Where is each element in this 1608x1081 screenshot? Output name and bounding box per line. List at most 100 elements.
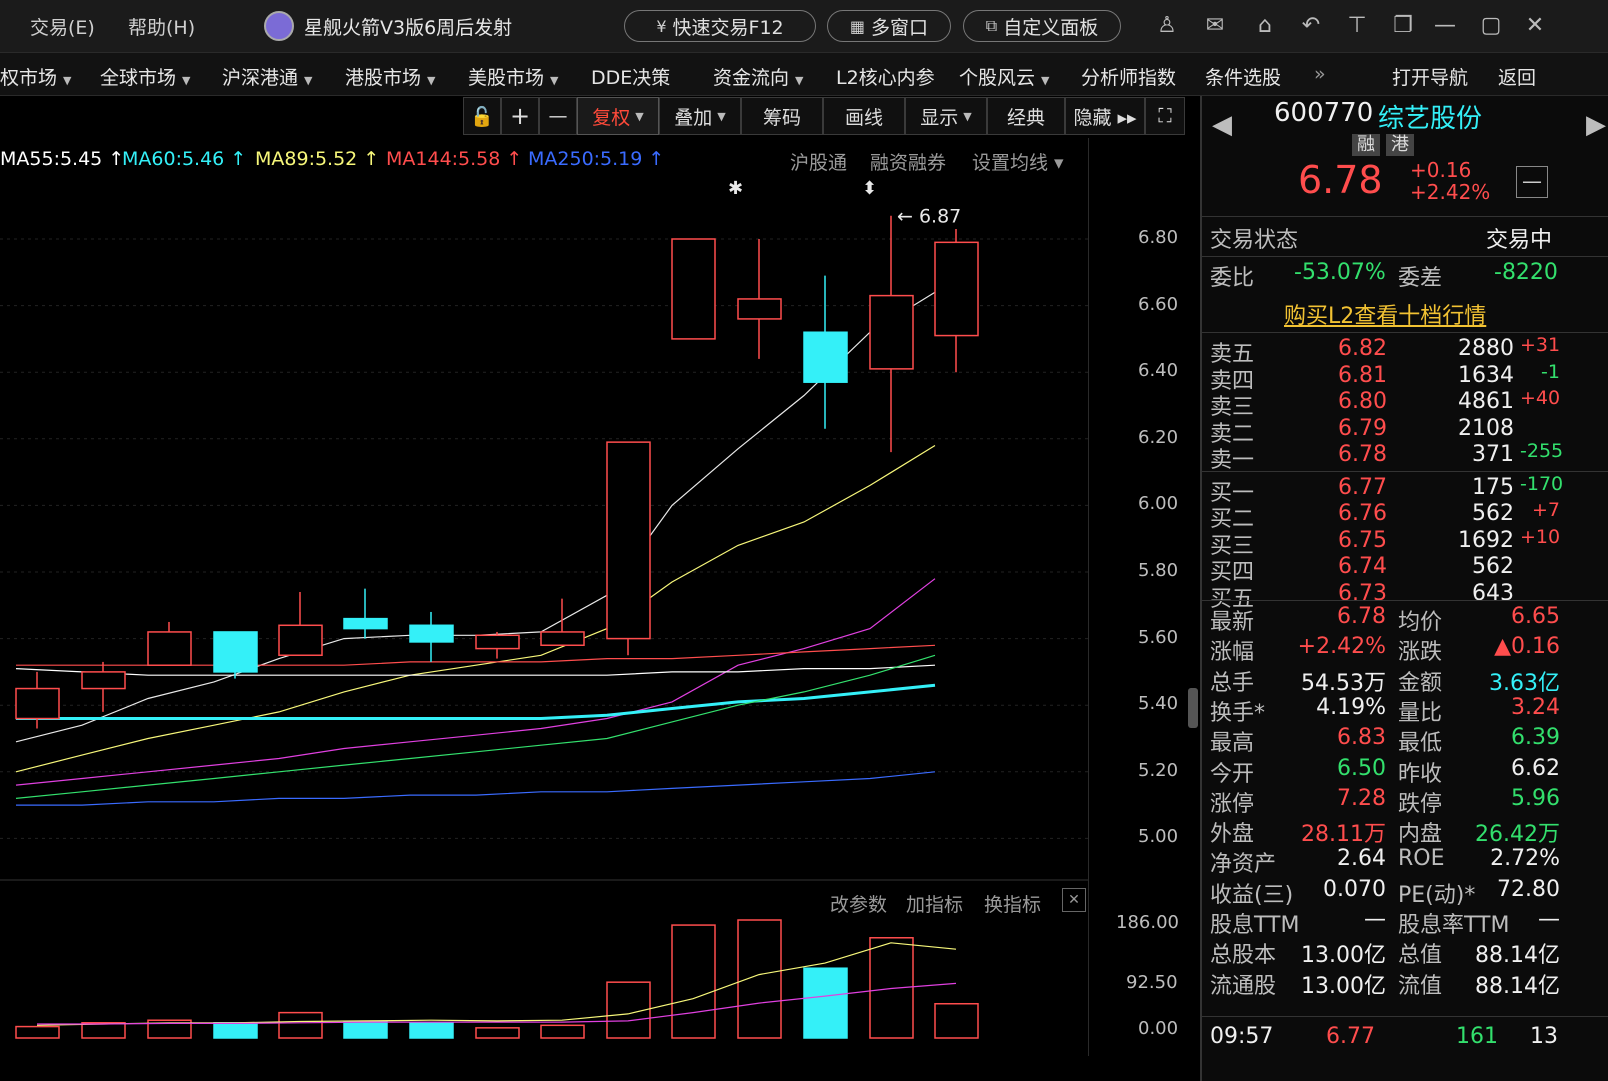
overlay-button[interactable]: 叠加 ▼ (659, 97, 741, 135)
nav-item[interactable]: L2核心内参 (836, 63, 935, 90)
divider (1202, 1016, 1608, 1017)
volume-bar (934, 1002, 979, 1039)
candle-body (803, 331, 848, 383)
ma-line-ma10 (15, 444, 936, 773)
nav-item[interactable]: 全球市场 ▼ (100, 63, 190, 90)
bid-volume: 562 (1472, 501, 1514, 526)
quote-label: 涨幅 (1210, 640, 1255, 666)
quote-value: 26.42万 (1475, 822, 1560, 848)
yen-icon: ¥ (656, 16, 667, 36)
hide-button[interactable]: 隐藏 ▸▸ (1065, 97, 1145, 135)
custom-panel-label: 自定义面板 (1003, 16, 1099, 39)
volume-axis-bottom: 0.00 (1138, 1018, 1179, 1039)
panel-collapse-handle[interactable] (1188, 688, 1198, 728)
nav-item[interactable]: DDE决策 (591, 63, 670, 90)
news-headline[interactable]: 星舰火箭V3版6周后发射 (304, 13, 512, 40)
price-axis-label: 6.80 (1138, 227, 1179, 248)
overlay-label: 叠加 (674, 106, 713, 129)
next-stock-icon[interactable]: ▶ (1586, 110, 1606, 140)
stock-price: 6.78 (1298, 158, 1383, 202)
price-axis-label: 5.40 (1138, 693, 1179, 715)
candle-body (934, 241, 979, 337)
quick-trade-button[interactable]: ¥ 快速交易F12 (624, 10, 816, 42)
classic-button[interactable]: 经典 (987, 97, 1065, 135)
ma-line-ma55 (15, 664, 936, 676)
quote-value: 0.070 (1323, 876, 1386, 902)
hk-connect-badge: 港 (1386, 134, 1414, 156)
price-axis-label: 6.20 (1138, 426, 1179, 448)
home-icon[interactable]: ⌂ (1250, 12, 1280, 40)
mail-icon[interactable]: ✉ (1200, 12, 1230, 40)
menu-trade[interactable]: 交易(E) (30, 13, 95, 40)
fullscreen-icon[interactable]: ⛶ (1145, 97, 1185, 135)
shirt-icon[interactable]: ⊤ (1342, 12, 1372, 40)
nav-item[interactable]: 分析师指数 (1081, 63, 1176, 90)
zoom-in-button[interactable]: + (501, 97, 539, 135)
maximize-icon[interactable]: ▢ (1476, 12, 1506, 40)
close-icon[interactable]: ✕ (1520, 12, 1550, 40)
bid-price: 6.77 (1338, 474, 1387, 500)
nav-item[interactable]: 资金流向 ▼ (713, 63, 803, 90)
ask-price: 6.81 (1338, 362, 1387, 388)
display-button[interactable]: 显示 ▼ (905, 97, 987, 135)
nav-item[interactable]: 权市场 ▼ (0, 63, 71, 90)
draw-line-button[interactable]: 画线 (823, 97, 905, 135)
change-params-link[interactable]: 改参数 (830, 890, 887, 917)
nav-item[interactable]: 个股风云 ▼ (959, 63, 1049, 90)
ask-price: 6.78 (1338, 442, 1387, 467)
orderbook-bottom-divider (1202, 600, 1608, 601)
ask-change: +40 (1520, 387, 1561, 409)
volume-bar (409, 1022, 454, 1039)
quote-value: 3.63亿 (1489, 670, 1560, 696)
chips-button[interactable]: 筹码 (741, 97, 823, 135)
lock-icon[interactable]: 🔓 (463, 97, 501, 135)
nav-item[interactable]: 美股市场 ▼ (468, 63, 558, 90)
news-ticker[interactable]: 星舰火箭V3版6周后发射 (264, 10, 512, 42)
multi-window-button[interactable]: ▦ 多窗口 (827, 10, 951, 42)
l2-purchase-link[interactable]: 购买L2查看十档行情 (1284, 298, 1486, 330)
close-indicator-icon[interactable]: ✕ (1062, 888, 1086, 912)
fuquan-button[interactable]: 复权 ▼ (577, 97, 659, 135)
quote-label: 净资产 (1210, 852, 1277, 878)
prev-stock-icon[interactable]: ◀ (1212, 110, 1232, 140)
status-label: 交易状态 (1210, 228, 1299, 253)
bid-volume: 175 (1472, 474, 1514, 500)
collapse-quote-icon[interactable]: — (1516, 166, 1548, 198)
back-icon[interactable]: ↶ (1296, 12, 1326, 40)
nav-open-navigation[interactable]: 打开导航 (1392, 63, 1468, 90)
nav-back[interactable]: 返回 (1498, 63, 1536, 90)
nav-item[interactable]: 沪深港通 ▼ (222, 63, 312, 90)
nav-item[interactable]: 港股市场 ▼ (345, 63, 435, 90)
volume-bar (278, 1011, 323, 1039)
fuquan-label: 复权 (592, 106, 631, 129)
restore-window-icon[interactable]: ❐ (1388, 12, 1418, 40)
bid-change: -170 (1520, 472, 1564, 495)
add-indicator-link[interactable]: 加指标 (906, 890, 963, 917)
candle-body (278, 624, 323, 656)
quote-value: 6.78 (1337, 604, 1386, 629)
event-marker-icon: ✱ (728, 178, 743, 199)
bid-price: 6.75 (1338, 527, 1387, 553)
quote-value: 6.65 (1511, 604, 1560, 629)
title-bar: 交易(E) 帮助(H) 星舰火箭V3版6周后发射 ¥ 快速交易F12 ▦ 多窗口… (0, 0, 1608, 53)
status-value: 交易中 (1486, 228, 1553, 253)
chart-axis-divider (1088, 138, 1089, 1056)
quote-value: 72.80 (1497, 876, 1560, 902)
quote-label: 内盘 (1398, 822, 1443, 848)
menu-help[interactable]: 帮助(H) (128, 13, 195, 40)
custom-panel-button[interactable]: ⧉ 自定义面板 (963, 10, 1121, 42)
robot-icon (264, 11, 294, 41)
user-icon[interactable]: ♙ (1152, 12, 1182, 40)
candle-body (15, 687, 60, 720)
minimize-icon[interactable]: — (1430, 12, 1460, 40)
zoom-out-button[interactable]: — (539, 97, 577, 135)
kline-chart[interactable]: ← 6.87 ✱ ⬍ (0, 138, 1088, 1056)
quick-trade-label: 快速交易F12 (672, 16, 784, 39)
nav-more-icon[interactable]: » (1314, 63, 1326, 85)
margin-badge: 融 (1352, 134, 1380, 156)
quote-value: 6.50 (1337, 755, 1386, 781)
price-axis-label: 6.00 (1138, 493, 1179, 515)
switch-indicator-link[interactable]: 换指标 (984, 890, 1041, 917)
nav-item[interactable]: 条件选股 (1205, 63, 1281, 90)
stock-code: 600770 (1274, 98, 1374, 128)
